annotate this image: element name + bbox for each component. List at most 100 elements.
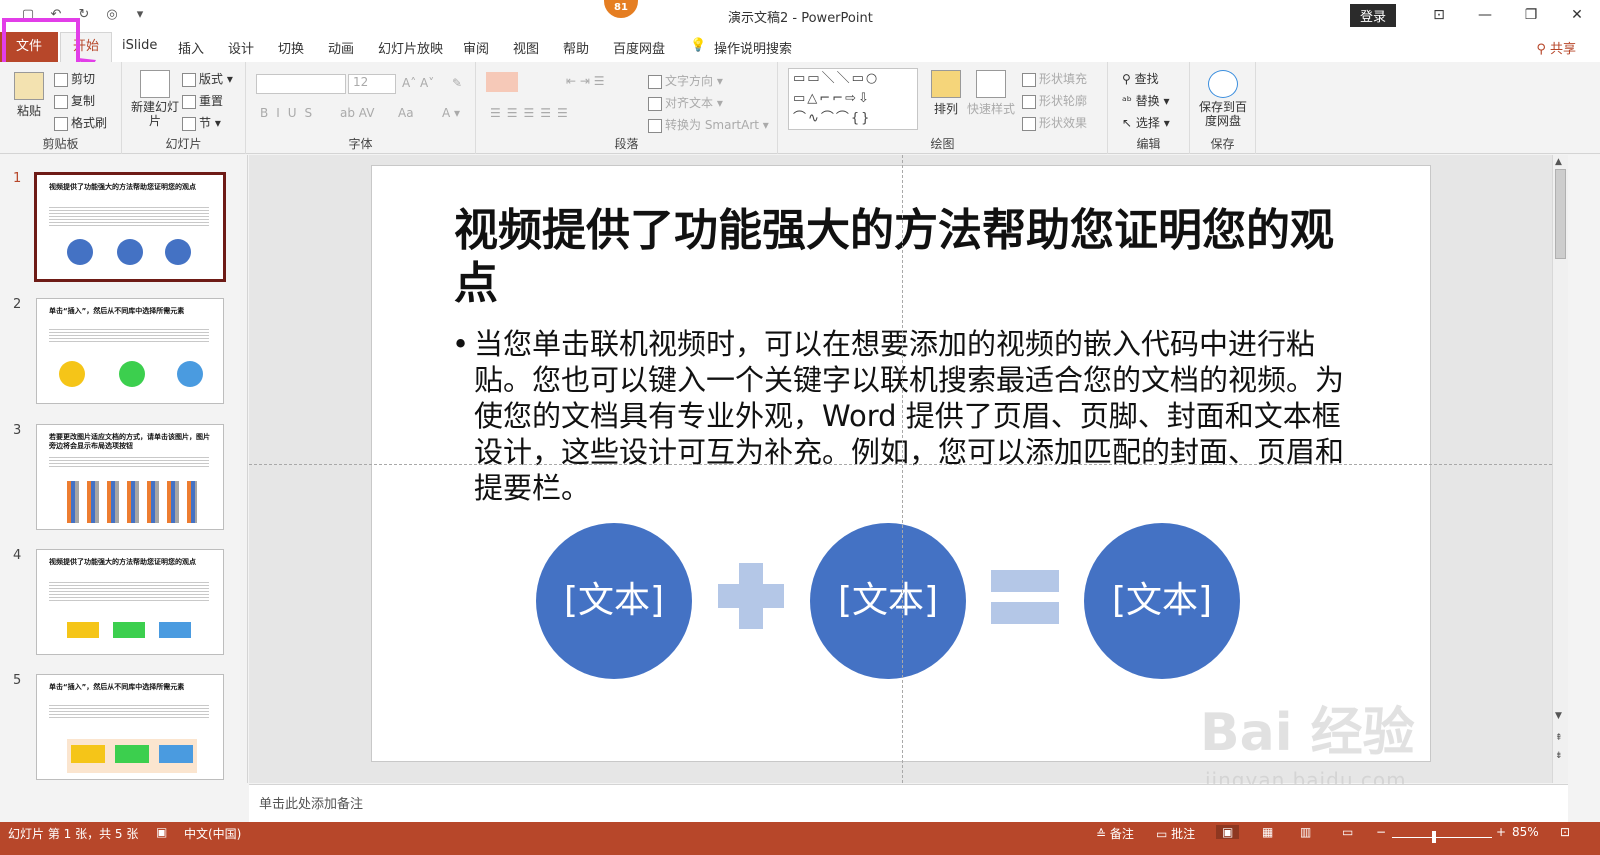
slide-thumbnail-5[interactable]: 单击“插入”，然后从不同库中选择所需元素 xyxy=(36,674,224,780)
normal-view-icon[interactable]: ▣ xyxy=(1216,825,1240,839)
ribbon-display-icon[interactable]: ⊡ xyxy=(1416,7,1462,23)
slide-thumbnail-2[interactable]: 单击“插入”，然后从不同库中选择所需元素 xyxy=(36,298,224,404)
scroll-up-icon[interactable]: ▲ xyxy=(1555,157,1562,167)
scroll-thumb[interactable] xyxy=(1555,169,1566,259)
find-button[interactable]: ⚲ 查找 xyxy=(1122,70,1159,87)
vertical-scrollbar[interactable]: ▲ ▼ ⇞ ⇟ xyxy=(1552,155,1568,783)
font-style-buttons[interactable]: BIUS xyxy=(260,106,320,120)
zoom-out-icon[interactable]: − xyxy=(1376,825,1386,839)
next-slide-icon[interactable]: ⇟ xyxy=(1555,751,1563,761)
group-slides: 新建幻灯片 版式 ▾ 重置 节 ▾ 幻灯片 xyxy=(122,62,246,154)
zoom-in-icon[interactable]: + xyxy=(1496,825,1506,839)
quick-styles-button[interactable]: 快速样式 xyxy=(966,70,1016,117)
outline-icon xyxy=(1022,94,1036,109)
language-indicator[interactable]: 中文(中国) xyxy=(184,825,241,842)
char-spacing-icon[interactable]: ab AV xyxy=(340,106,374,120)
spellcheck-icon[interactable]: ▣ xyxy=(156,825,167,839)
alignment-icons[interactable]: ☰☰☰☰☰ xyxy=(490,106,574,120)
align-text-button[interactable]: 对齐文本 ▾ xyxy=(648,94,723,111)
share-button[interactable]: ⚲ 共享 xyxy=(1536,38,1576,57)
brush-icon xyxy=(54,116,68,131)
shape-outline-button[interactable]: 形状轮廓 xyxy=(1022,92,1087,109)
font-color-icon[interactable]: A ▾ xyxy=(442,106,460,120)
scroll-down-icon[interactable]: ▼ xyxy=(1555,711,1562,721)
reset-button[interactable]: 重置 xyxy=(182,92,223,109)
replace-icon: ᵃᵇ xyxy=(1122,94,1136,108)
text-circle-1[interactable]: [文本] xyxy=(536,523,692,679)
arrange-button[interactable]: 排列 xyxy=(928,70,964,117)
shape-fill-button[interactable]: 形状填充 xyxy=(1022,70,1087,87)
equals-shape[interactable] xyxy=(991,570,1059,592)
text-direction-button[interactable]: 文字方向 ▾ xyxy=(648,72,723,89)
slideshow-icon[interactable]: ◎ xyxy=(104,6,120,22)
comments-toggle[interactable]: ▭ 批注 xyxy=(1156,825,1195,842)
minimize-icon[interactable]: — xyxy=(1462,7,1508,23)
notification-badge[interactable]: 81 xyxy=(604,0,638,18)
bullets-icon[interactable] xyxy=(486,72,518,92)
slide-thumbnail-1[interactable]: 视频提供了功能强大的方法帮助您证明您的观点 xyxy=(34,172,226,282)
grow-font-icon[interactable]: A˄ A˅ xyxy=(402,76,434,90)
paste-button[interactable]: 粘贴 xyxy=(12,72,46,119)
text-circle-3[interactable]: [文本] xyxy=(1084,523,1240,679)
slide-sorter-icon[interactable]: ▦ xyxy=(1262,825,1273,839)
tab-help[interactable]: 帮助 xyxy=(563,38,589,57)
tab-design[interactable]: 设计 xyxy=(228,38,254,57)
new-slide-button[interactable]: 新建幻灯片 xyxy=(130,70,180,128)
tell-me-search[interactable]: 操作说明搜索 xyxy=(714,38,792,57)
tab-slideshow[interactable]: 幻灯片放映 xyxy=(378,38,443,57)
zoom-slider[interactable] xyxy=(1392,837,1492,838)
ribbon-tabs: 文件 开始 iSlide 插入 设计 切换 动画 幻灯片放映 审阅 视图 帮助 … xyxy=(0,30,1600,62)
close-icon[interactable]: ✕ xyxy=(1554,7,1600,23)
zoom-level[interactable]: 85% xyxy=(1512,825,1539,839)
copy-button[interactable]: 复制 xyxy=(54,92,95,109)
change-case-button[interactable]: Aa xyxy=(398,106,414,120)
notes-toggle[interactable]: ≙ 备注 xyxy=(1096,825,1134,842)
text-circle-2[interactable]: [文本] xyxy=(810,523,966,679)
lightbulb-icon: 💡 xyxy=(690,38,707,53)
section-label: 节 xyxy=(199,116,212,130)
prev-slide-icon[interactable]: ⇞ xyxy=(1555,733,1563,743)
notes-pane[interactable]: 单击此处添加备注 xyxy=(249,784,1568,822)
tab-insert[interactable]: 插入 xyxy=(178,38,204,57)
cut-button[interactable]: 剪切 xyxy=(54,70,95,87)
restore-icon[interactable]: ❐ xyxy=(1508,7,1554,23)
indent-icons[interactable]: ⇤ ⇥ ☰ xyxy=(566,74,605,88)
login-button[interactable]: 登录 xyxy=(1349,3,1396,27)
slideshow-view-icon[interactable]: ▭ xyxy=(1342,825,1353,839)
horizontal-guide[interactable] xyxy=(249,464,1552,465)
quick-styles-icon xyxy=(976,70,1006,98)
select-button[interactable]: ↖ 选择 ▾ xyxy=(1122,114,1170,131)
window-title: 演示文稿2 - PowerPoint xyxy=(728,11,873,26)
font-size-combo[interactable]: 12 xyxy=(348,74,396,94)
zoom-slider-handle[interactable] xyxy=(1432,831,1436,843)
layout-button[interactable]: 版式 ▾ xyxy=(182,70,233,87)
format-painter-button[interactable]: 格式刷 xyxy=(54,114,107,131)
slide-thumbnail-4[interactable]: 视频提供了功能强大的方法帮助您证明您的观点 xyxy=(36,549,224,655)
tab-islide[interactable]: iSlide xyxy=(122,38,157,53)
font-name-combo[interactable] xyxy=(256,74,346,94)
thumb-rect xyxy=(71,745,105,763)
replace-button[interactable]: ᵃᵇ 替换 ▾ xyxy=(1122,92,1170,109)
shape-effects-button[interactable]: 形状效果 xyxy=(1022,114,1087,131)
tab-view[interactable]: 视图 xyxy=(513,38,539,57)
tab-review[interactable]: 审阅 xyxy=(463,38,489,57)
slides-group-label: 幻灯片 xyxy=(165,137,202,151)
section-button[interactable]: 节 ▾ xyxy=(182,114,221,131)
tab-animations[interactable]: 动画 xyxy=(328,38,354,57)
thumb-circle xyxy=(59,361,85,387)
fit-to-window-icon[interactable]: ⊡ xyxy=(1560,825,1570,839)
tab-transitions[interactable]: 切换 xyxy=(278,38,304,57)
slide-title[interactable]: 视频提供了功能强大的方法帮助您证明您的观点 xyxy=(454,204,1354,310)
vertical-guide[interactable] xyxy=(902,155,903,783)
thumb-rect xyxy=(159,745,193,763)
smartart-button[interactable]: 转换为 SmartArt ▾ xyxy=(648,116,769,133)
shapes-gallery[interactable]: ▭▭＼＼▭○ ▭△⌐⌐⇨⇩ ⌒∿⌒⌒{} xyxy=(788,68,918,130)
group-save: 保存到百度网盘 保存 xyxy=(1190,62,1256,154)
slide-thumbnail-3[interactable]: 若要更改图片适应文档的方式，请单击该图片，图片旁边将会显示布局选项按钮 xyxy=(36,424,224,530)
tab-baidu-netdisk[interactable]: 百度网盘 xyxy=(613,38,665,57)
customize-qat-icon[interactable]: ▾ xyxy=(132,6,148,22)
clear-format-icon[interactable]: ✎ xyxy=(452,76,462,90)
reading-view-icon[interactable]: ▥ xyxy=(1300,825,1311,839)
save-to-baidu-button[interactable]: 保存到百度网盘 xyxy=(1196,70,1250,128)
thumb-rect xyxy=(67,622,99,638)
